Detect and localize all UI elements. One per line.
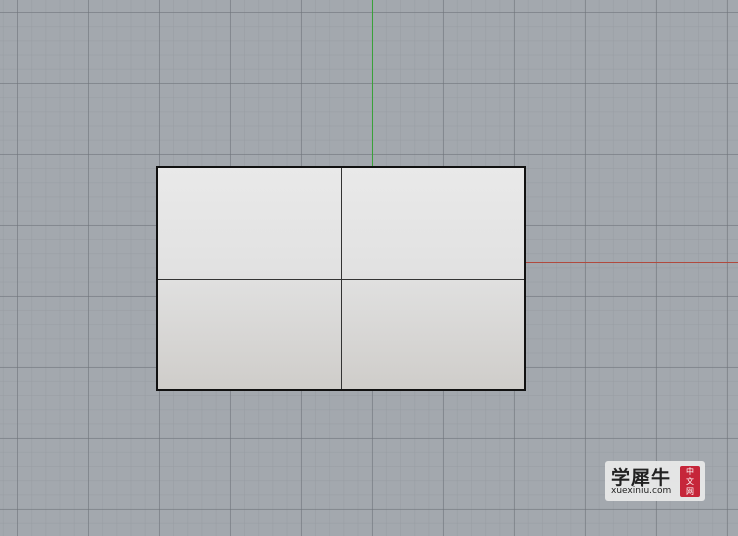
watermark-stamp: 中 文 网 (680, 466, 700, 497)
watermark-url: xuexiniu.com (611, 486, 672, 496)
y-axis-line (372, 0, 373, 167)
planar-surface[interactable] (156, 166, 526, 391)
stamp-char: 中 (686, 467, 694, 476)
stamp-char: 网 (686, 487, 694, 496)
viewport-top-view[interactable]: 学犀牛 xuexiniu.com 中 文 网 (0, 0, 738, 536)
isocurve-horizontal (158, 279, 524, 280)
x-axis-line (524, 262, 738, 263)
watermark: 学犀牛 xuexiniu.com 中 文 网 (605, 461, 705, 501)
stamp-char: 文 (686, 477, 694, 486)
